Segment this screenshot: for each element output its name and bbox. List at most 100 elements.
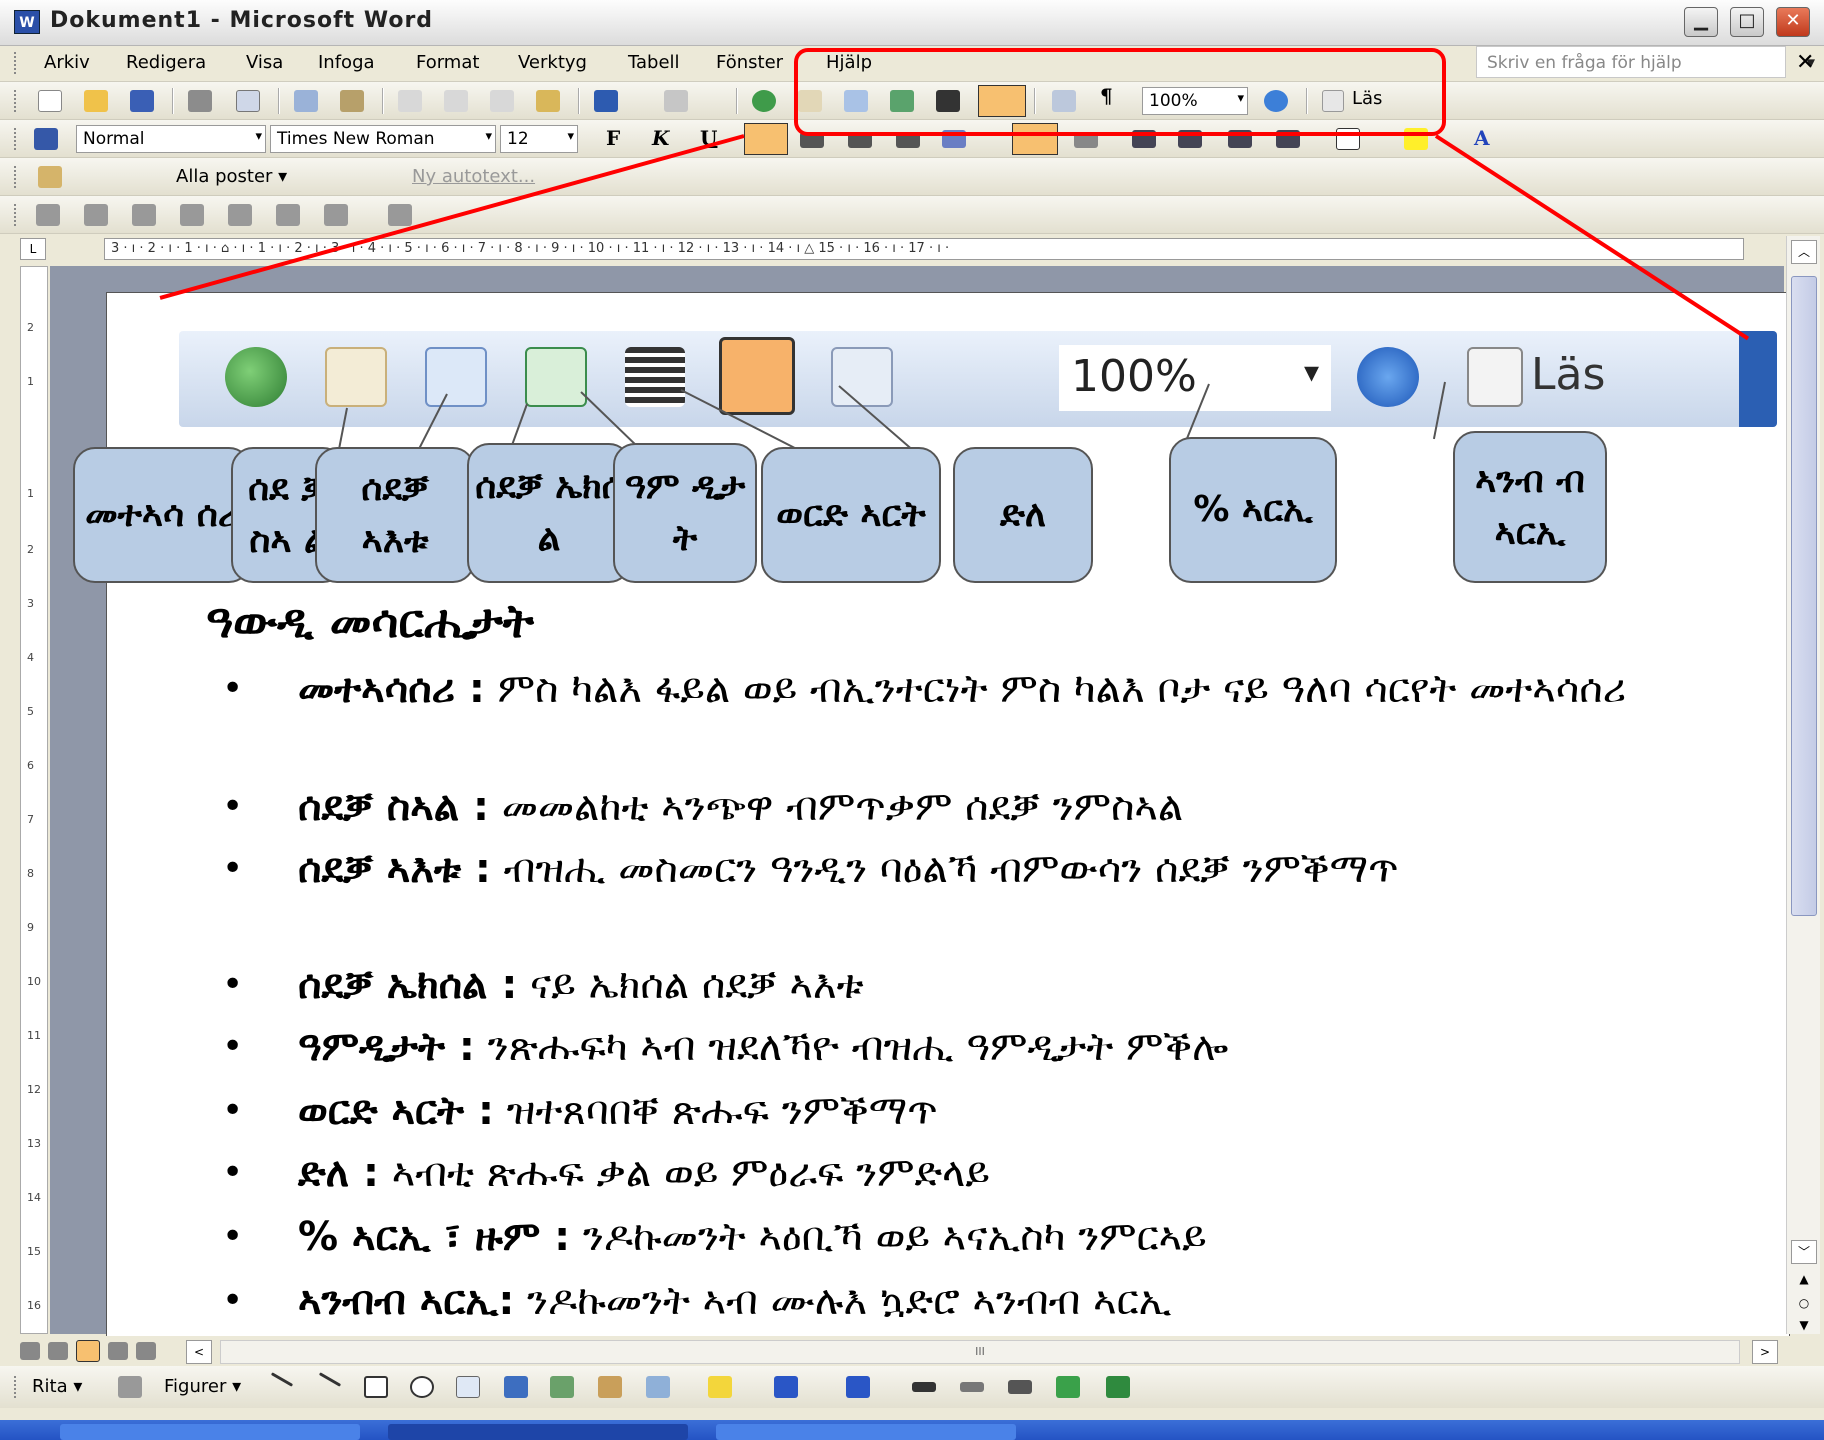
menu-format[interactable]: Format — [416, 52, 479, 73]
arrow-icon[interactable] — [318, 1372, 342, 1387]
menu-fonster[interactable]: Fönster — [716, 52, 783, 73]
shape-tool-2-icon[interactable] — [84, 204, 108, 226]
zoomed-toolbar: 100% ▾ Läs — [179, 331, 1777, 427]
shape-tool-8-icon[interactable] — [388, 204, 412, 226]
new-autotext-button[interactable]: Ny autotext... — [412, 166, 535, 187]
textbox-icon[interactable] — [456, 1376, 480, 1398]
help-search-input[interactable]: Skriv en fråga för hjälp ▾ — [1476, 46, 1815, 78]
menu-arkiv[interactable]: Arkiv — [44, 52, 90, 73]
toolbar-grip[interactable] — [14, 90, 18, 112]
style-combo[interactable]: Normal ▾ — [76, 125, 266, 153]
shadow-icon[interactable] — [1056, 1376, 1080, 1398]
font-size-combo[interactable]: 12 ▾ — [500, 125, 578, 153]
menu-visa[interactable]: Visa — [246, 52, 283, 73]
redo-icon[interactable] — [664, 90, 688, 112]
scroll-up-button[interactable]: ︿ — [1791, 240, 1817, 264]
hyperlink-icon[interactable] — [752, 90, 776, 112]
close-document-icon[interactable]: ✕ — [1796, 50, 1814, 75]
line-color-icon[interactable] — [774, 1376, 798, 1398]
shape-tool-3-icon[interactable] — [132, 204, 156, 226]
print-icon[interactable] — [188, 90, 212, 112]
3d-icon[interactable] — [1106, 1376, 1130, 1398]
select-objects-icon[interactable] — [118, 1376, 142, 1398]
shape-tool-6-icon[interactable] — [276, 204, 300, 226]
draw-menu-button[interactable]: Rita ▾ — [32, 1376, 82, 1397]
chevron-down-icon[interactable]: ▾ — [567, 129, 574, 144]
toolbar-grip[interactable] — [14, 52, 18, 74]
insert-wordart-icon[interactable] — [504, 1376, 528, 1398]
taskbar-button[interactable] — [716, 1424, 1016, 1440]
bold-button[interactable]: F — [606, 126, 620, 150]
chevron-down-icon[interactable]: ▾ — [485, 129, 492, 144]
toolbar-grip[interactable] — [14, 204, 18, 226]
select-browse-object-button[interactable]: ○ — [1791, 1292, 1817, 1316]
save-icon[interactable] — [130, 90, 154, 112]
toolbar-grip[interactable] — [14, 1376, 18, 1398]
open-folder-icon[interactable] — [84, 90, 108, 112]
line-style-icon[interactable] — [912, 1382, 936, 1392]
picture-icon[interactable] — [646, 1376, 670, 1398]
minimize-button[interactable]: ▁ — [1684, 7, 1718, 37]
font-combo[interactable]: Times New Roman ▾ — [270, 125, 496, 153]
tab-selector[interactable]: L — [20, 238, 46, 260]
all-entries-dropdown[interactable]: Alla poster ▾ — [176, 166, 287, 187]
styles-pane-icon[interactable] — [34, 128, 58, 150]
fill-color-icon[interactable] — [708, 1376, 732, 1398]
toolbar-grip[interactable] — [14, 166, 18, 188]
oval-icon[interactable] — [410, 1376, 434, 1398]
spelling-icon[interactable] — [294, 90, 318, 112]
italic-button[interactable]: K — [652, 126, 669, 150]
title-bar: W Dokument1 - Microsoft Word ▁ □ ✕ — [0, 0, 1824, 46]
outline-view-icon[interactable] — [108, 1342, 128, 1360]
menu-infoga[interactable]: Infoga — [318, 52, 375, 73]
shape-tool-7-icon[interactable] — [324, 204, 348, 226]
word-app-icon[interactable]: W — [14, 10, 40, 34]
print-preview-icon[interactable] — [236, 90, 260, 112]
taskbar-button-active[interactable] — [388, 1424, 688, 1440]
text-color-icon[interactable] — [846, 1376, 870, 1398]
shape-tool-4-icon[interactable] — [180, 204, 204, 226]
line-icon[interactable] — [270, 1372, 294, 1387]
previous-page-button[interactable]: ▲ — [1791, 1268, 1817, 1292]
shape-tool-1-icon[interactable] — [36, 204, 60, 226]
menu-tabell[interactable]: Tabell — [628, 52, 680, 73]
scroll-down-button[interactable]: ﹀ — [1791, 1240, 1817, 1264]
shape-tool-5-icon[interactable] — [228, 204, 252, 226]
window-title: Dokument1 - Microsoft Word — [50, 8, 434, 33]
copy-icon[interactable] — [444, 90, 468, 112]
taskbar-button[interactable] — [60, 1424, 360, 1440]
font-color-icon[interactable]: A — [1474, 126, 1490, 150]
autotext-icon[interactable] — [38, 166, 62, 188]
chevron-down-icon[interactable]: ▾ — [255, 129, 262, 144]
paste-icon[interactable] — [490, 90, 514, 112]
print-layout-view-icon[interactable] — [76, 1340, 100, 1362]
new-document-icon[interactable] — [38, 90, 62, 112]
undo-icon[interactable] — [594, 90, 618, 112]
horizontal-ruler[interactable]: 3 · ı · 2 · ı · 1 · ı · ⌂ · ı · 1 · ı · … — [104, 238, 1744, 260]
next-page-button[interactable]: ▼ — [1791, 1314, 1817, 1338]
clipart-icon[interactable] — [598, 1376, 622, 1398]
vertical-ruler[interactable]: 2 1 1 2 3 4 5 6 7 8 9 10 11 12 13 14 15 … — [20, 266, 48, 1334]
arrow-style-icon[interactable] — [1008, 1380, 1032, 1394]
web-view-icon[interactable] — [48, 1342, 68, 1360]
align-left-button-active[interactable] — [744, 123, 788, 155]
rectangle-icon[interactable] — [364, 1376, 388, 1398]
dash-style-icon[interactable] — [960, 1382, 984, 1392]
scroll-left-button[interactable]: < — [186, 1340, 212, 1364]
menu-redigera[interactable]: Redigera — [126, 52, 206, 73]
maximize-button[interactable]: □ — [1730, 7, 1764, 37]
normal-view-icon[interactable] — [20, 1342, 40, 1360]
menu-verktyg[interactable]: Verktyg — [518, 52, 587, 73]
vertical-scrollbar[interactable]: ︿ ﹀ ▲ ○ ▼ — [1786, 236, 1820, 1334]
autoshapes-menu-button[interactable]: Figurer ▾ — [164, 1376, 241, 1397]
toolbar-grip[interactable] — [14, 128, 18, 150]
horizontal-scroll-track[interactable]: III — [220, 1340, 1740, 1364]
diagram-icon[interactable] — [550, 1376, 574, 1398]
scroll-thumb[interactable] — [1791, 276, 1817, 916]
reading-view-icon[interactable] — [136, 1342, 156, 1360]
cut-icon[interactable] — [398, 90, 422, 112]
format-painter-icon[interactable] — [536, 90, 560, 112]
scroll-right-button[interactable]: > — [1752, 1340, 1778, 1364]
research-icon[interactable] — [340, 90, 364, 112]
close-button[interactable]: ✕ — [1776, 7, 1810, 37]
